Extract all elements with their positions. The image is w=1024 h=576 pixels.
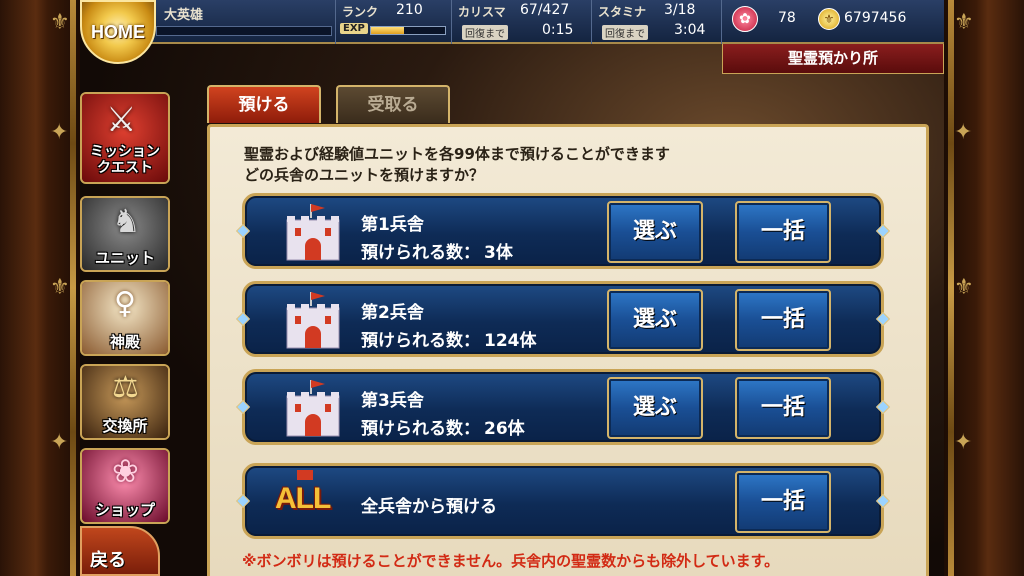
barracks-count: 預けられる数： 26体 bbox=[361, 414, 525, 439]
castle-icon bbox=[286, 292, 340, 349]
stamina-recover-label: 回復まで bbox=[602, 25, 648, 40]
barracks-name: 第1兵舎 bbox=[361, 215, 424, 235]
castle-icon bbox=[286, 204, 340, 261]
select-button[interactable]: 選ぶ bbox=[607, 289, 703, 351]
crystal-count: 78 bbox=[778, 10, 796, 26]
rank-panel: ランク 210 EXP bbox=[336, 0, 452, 44]
stamina-panel: スタミナ 3/18 回復まで 3:04 bbox=[592, 0, 722, 44]
gold-count: 6797456 bbox=[844, 10, 907, 26]
stamina-label: スタミナ bbox=[598, 5, 647, 19]
select-button[interactable]: 選ぶ bbox=[607, 377, 703, 439]
sidebar-item-shop[interactable]: ❀ ショップ bbox=[80, 448, 170, 524]
castle-icon bbox=[286, 380, 340, 437]
flag-icon bbox=[297, 470, 313, 480]
bulk-deposit-button[interactable]: 一括 bbox=[735, 289, 831, 351]
stamina-recover-time: 3:04 bbox=[674, 22, 706, 38]
charisma-recover-label: 回復まで bbox=[462, 25, 508, 40]
currency-panel: ✿ 78 ⚜ 6797456 bbox=[722, 0, 944, 44]
exp-label: EXP bbox=[340, 23, 368, 34]
label-line: ミッション bbox=[90, 144, 160, 160]
barracks-row-2: 第2兵舎 預けられる数： 124体 選ぶ 一括 bbox=[235, 281, 891, 357]
charisma-panel: カリスマ 67/427 回復まで 0:15 bbox=[452, 0, 592, 44]
ornament-icon: ✦ bbox=[954, 120, 973, 145]
ornament-icon: ⚜ bbox=[954, 10, 974, 35]
scales-icon: ⚖ bbox=[112, 370, 139, 405]
player-name: 大英雄 bbox=[164, 8, 204, 23]
rank-label: ランク bbox=[342, 5, 379, 19]
ornament-icon: ⚜ bbox=[954, 275, 974, 300]
exp-bar-fill bbox=[371, 27, 405, 34]
tab-deposit[interactable]: 預ける bbox=[207, 85, 321, 123]
charisma-label: カリスマ bbox=[458, 5, 506, 19]
gold-coin-icon: ⚜ bbox=[818, 8, 840, 30]
bulk-deposit-button[interactable]: 一括 bbox=[735, 377, 831, 439]
sidebar-item-label: 神殿 bbox=[109, 333, 140, 351]
player-info: 大英雄 bbox=[150, 0, 336, 44]
bulk-deposit-button[interactable]: 一括 bbox=[735, 201, 831, 263]
sidebar-item-label: ミッション クエスト bbox=[82, 144, 168, 176]
barracks-name: 第3兵舎 bbox=[361, 391, 424, 411]
charisma-recover-time: 0:15 bbox=[542, 22, 574, 38]
footnote: ※ボンボリは預けることができません。兵舎内の聖霊数からも除外しています。 bbox=[242, 552, 780, 570]
crystal-icon: ✿ bbox=[732, 6, 758, 32]
crystal-icon: ❀ bbox=[112, 452, 139, 490]
tab-receive[interactable]: 受取る bbox=[336, 85, 450, 123]
barracks-row-3: 第3兵舎 預けられる数： 26体 選ぶ 一括 bbox=[235, 369, 891, 445]
sidebar-item-exchange[interactable]: ⚖ 交換所 bbox=[80, 364, 170, 440]
stamina-value: 3/18 bbox=[664, 2, 696, 18]
page-title: 聖霊預かり所 bbox=[722, 44, 944, 74]
count-value: 26体 bbox=[484, 419, 525, 439]
instruction-line-1: 聖霊および経験値ユニットを各99体まで預けることができます bbox=[244, 145, 670, 163]
back-button[interactable]: 戻る bbox=[80, 526, 160, 576]
crossed-swords-icon: ⚔ bbox=[106, 100, 137, 140]
left-frame: ⚜ ✦ ⚜ ✦ bbox=[0, 0, 80, 576]
rank-value: 210 bbox=[396, 2, 423, 18]
count-label: 預けられる数： bbox=[361, 243, 480, 263]
count-value: 124体 bbox=[484, 331, 537, 351]
ornament-icon: ⚜ bbox=[50, 275, 70, 300]
status-bar: 大英雄 ランク 210 EXP カリスマ 67/427 回復まで 0:15 スタ… bbox=[150, 0, 944, 44]
goddess-icon: ♀ bbox=[114, 286, 136, 321]
all-logo: ALL bbox=[275, 482, 331, 515]
select-button[interactable]: 選ぶ bbox=[607, 201, 703, 263]
all-barracks-label: 全兵舎から預ける bbox=[361, 497, 497, 517]
ornament-icon: ⚜ bbox=[50, 10, 70, 35]
ornament-icon: ✦ bbox=[50, 430, 69, 455]
instruction-line-2: どの兵舎のユニットを預けますか？ bbox=[244, 166, 485, 184]
count-label: 預けられる数： bbox=[361, 331, 480, 351]
label-line: クエスト bbox=[97, 160, 153, 176]
barracks-count: 預けられる数： 124体 bbox=[361, 326, 537, 351]
sidebar-item-unit[interactable]: ♞ ユニット bbox=[80, 196, 170, 272]
ornament-icon: ✦ bbox=[954, 430, 973, 455]
barracks-row-1: 第1兵舎 預けられる数： 3体 選ぶ 一括 bbox=[235, 193, 891, 269]
sidebar-item-temple[interactable]: ♀ 神殿 bbox=[80, 280, 170, 356]
charisma-value: 67/427 bbox=[520, 2, 570, 18]
knight-icon: ♞ bbox=[112, 202, 141, 240]
right-frame: ⚜ ✦ ⚜ ✦ bbox=[944, 0, 1024, 576]
ornament-icon: ✦ bbox=[50, 120, 69, 145]
barracks-count: 預けられる数： 3体 bbox=[361, 238, 513, 263]
bulk-deposit-all-button[interactable]: 一括 bbox=[735, 471, 831, 533]
barracks-name: 第2兵舎 bbox=[361, 303, 424, 323]
sidebar-item-label: ユニット bbox=[94, 249, 155, 267]
name-plate bbox=[156, 26, 332, 36]
sidebar-item-label: 交換所 bbox=[102, 417, 148, 435]
instructions: 聖霊および経験値ユニットを各99体まで預けることができます どの兵舎のユニットを… bbox=[244, 144, 884, 186]
all-barracks-row: ALL 全兵舎から預ける 一括 bbox=[235, 463, 891, 539]
count-value: 3体 bbox=[484, 243, 513, 263]
sidebar-item-label: ショップ bbox=[94, 501, 155, 519]
sidebar-item-mission-quest[interactable]: ⚔ ミッション クエスト bbox=[80, 92, 170, 184]
count-label: 預けられる数： bbox=[361, 419, 480, 439]
exp-bar bbox=[370, 26, 446, 35]
